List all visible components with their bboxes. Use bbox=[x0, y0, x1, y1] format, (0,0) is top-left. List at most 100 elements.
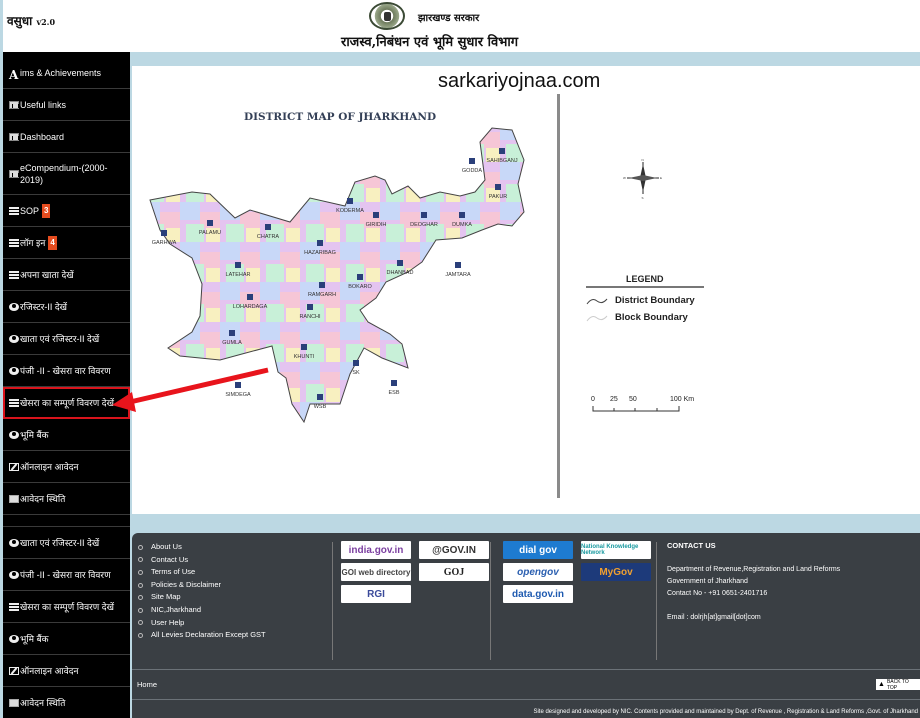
footer-link[interactable]: User Help bbox=[138, 617, 266, 630]
sidebar-item-label: आवेदन स्थिति bbox=[20, 493, 66, 504]
district-hq-icon bbox=[373, 212, 379, 218]
home-link[interactable]: Home bbox=[137, 680, 157, 689]
footer-rule bbox=[132, 699, 920, 700]
logo-national-knowledge-network[interactable]: National Knowledge Network bbox=[581, 541, 651, 559]
brand-name: वसुधा bbox=[7, 14, 33, 28]
logo-text: @GOV.IN bbox=[432, 544, 476, 556]
logo-data-gov-in[interactable]: data.gov.in bbox=[503, 585, 573, 603]
sidebar-item[interactable]: Dashboard bbox=[3, 121, 130, 153]
scale-label: 0 bbox=[591, 396, 595, 403]
sidebar-item[interactable]: पंजी -II - खेसरा वार विवरण bbox=[3, 559, 130, 591]
footer-link[interactable]: Terms of Use bbox=[138, 566, 266, 579]
state-emblem-icon bbox=[369, 2, 405, 30]
letter-a-icon: A bbox=[9, 67, 19, 82]
footer-link[interactable]: Policies & Disclaimer bbox=[138, 579, 266, 592]
sidebar-item[interactable]: पंजी -II - खेसरा वार विवरण bbox=[3, 355, 130, 387]
sidebar-item-label: ऑनलाइन आवेदन bbox=[20, 665, 79, 676]
district-hq-icon bbox=[455, 262, 461, 268]
district-hq-icon bbox=[235, 382, 241, 388]
list-icon bbox=[9, 238, 19, 247]
footer-link[interactable]: Contact Us bbox=[138, 554, 266, 567]
sidebar-item[interactable]: रजिस्टर-II देखें bbox=[3, 291, 130, 323]
sidebar-item[interactable]: ऑनलाइन आवेदन bbox=[3, 451, 130, 483]
logo-rgi[interactable]: RGI bbox=[341, 585, 411, 603]
district-hq-icon bbox=[469, 158, 475, 164]
sidebar-item[interactable]: खाता एवं रजिस्टर-II देखें bbox=[3, 323, 130, 355]
sidebar-item[interactable]: लॉग इन 4 bbox=[3, 227, 130, 259]
sidebar-item[interactable]: Aims & Achievements bbox=[3, 57, 130, 89]
district-label: KODERMA bbox=[336, 208, 364, 214]
sidebar-item[interactable]: eCompendium-(2000-2019) bbox=[3, 153, 130, 195]
back-to-top-button[interactable]: ▲ BACK TO TOP bbox=[876, 679, 920, 691]
compass-e: E bbox=[660, 176, 662, 180]
logo-goi-web-directory[interactable]: GOI web directory bbox=[341, 563, 411, 581]
footer-link[interactable]: NIC,Jharkhand bbox=[138, 604, 266, 617]
logo-gov-in[interactable]: @GOV.IN bbox=[419, 541, 489, 559]
district-label: GUMLA bbox=[222, 340, 242, 346]
sidebar-item[interactable]: खाता एवं रजिस्टर-II देखें bbox=[3, 527, 130, 559]
sidebar-item-label: ऑनलाइन आवेदन bbox=[20, 461, 79, 472]
compass-rose-icon: N S E W bbox=[623, 158, 662, 200]
district-label: GIRIDIH bbox=[366, 222, 387, 228]
sidebar-item[interactable]: भूमि बैंक bbox=[3, 419, 130, 451]
sidebar-nav: Aims & Achievements Useful links Dashboard… bbox=[3, 52, 130, 718]
sidebar-item-label: पंजी -II - खेसरा वार विवरण bbox=[20, 569, 111, 580]
card-icon bbox=[9, 698, 19, 707]
logo-goj[interactable]: GOJ bbox=[419, 563, 489, 581]
footer-link[interactable]: About Us bbox=[138, 541, 266, 554]
jharkhand-district-map[interactable]: SAHIBGANJGODDA PAKUR KODERMA GIRIDIH DEOGHAR… bbox=[140, 122, 560, 462]
eye-icon bbox=[9, 430, 19, 439]
logo-dial-gov[interactable]: dial gov bbox=[503, 541, 573, 559]
brand-logo[interactable]: वसुधा v2.0 bbox=[7, 12, 55, 29]
contact-gov: Government of Jharkhand bbox=[667, 578, 748, 585]
logo-mygov[interactable]: MyGov bbox=[581, 563, 651, 581]
logo-india-gov-in[interactable]: india.gov.in bbox=[341, 541, 411, 559]
district-marker[interactable]: GODDA bbox=[462, 158, 483, 174]
scale-label: 25 bbox=[610, 396, 618, 403]
compass-n: N bbox=[642, 158, 644, 162]
district-hq-icon bbox=[317, 240, 323, 246]
legend-title: LEGEND bbox=[626, 274, 664, 284]
sidebar-item[interactable]: अपना खाता देखें bbox=[3, 259, 130, 291]
logo-text: GOJ bbox=[443, 566, 465, 578]
logo-text: data.gov.in bbox=[511, 588, 565, 600]
contact-section: CONTACT US Department of Revenue,Registr… bbox=[667, 541, 840, 624]
sidebar-item[interactable]: SOP 3 bbox=[3, 195, 130, 227]
sidebar-item[interactable]: आवेदन स्थिति bbox=[3, 687, 130, 718]
district-label: SK bbox=[352, 370, 360, 376]
footer-link[interactable]: Site Map bbox=[138, 591, 266, 604]
contact-phone: Contact No - +91 0651-2401716 bbox=[667, 590, 768, 597]
logo-text: dial gov bbox=[519, 544, 557, 556]
sidebar-item[interactable]: भूमि बैंक bbox=[3, 623, 130, 655]
sidebar-item[interactable]: Useful links bbox=[3, 89, 130, 121]
contact-email: Email : dolrjh[at]gmail[dot]com bbox=[667, 614, 761, 621]
edit-icon bbox=[9, 666, 19, 675]
legend-label: Block Boundary bbox=[615, 312, 688, 323]
district-marker[interactable]: ESB bbox=[388, 380, 400, 396]
brand-version: v2.0 bbox=[36, 17, 56, 27]
sidebar-item-label: Useful links bbox=[20, 99, 67, 110]
logo-text: MyGov bbox=[599, 566, 633, 578]
district-label: KHUNTI bbox=[294, 354, 315, 360]
sidebar-item[interactable]: खेसरा का सम्पूर्ण विवरण देखें bbox=[3, 387, 130, 419]
logo-text: opengov bbox=[517, 566, 559, 578]
district-hq-icon bbox=[357, 274, 363, 280]
eye-icon bbox=[9, 366, 19, 375]
department-title: राजस्व,निबंधन एवं भूमि सुधार विभाग bbox=[341, 35, 519, 50]
logo-opengov[interactable]: opengov bbox=[503, 563, 573, 581]
district-marker[interactable]: SIMDEGA bbox=[225, 382, 251, 398]
footer-link[interactable]: All Levies Declaration Except GST bbox=[138, 629, 266, 642]
district-marker[interactable]: JAMTARA bbox=[445, 262, 471, 278]
district-label: RANCHI bbox=[299, 314, 321, 320]
sidebar-item-label: लॉग इन bbox=[20, 237, 46, 248]
sidebar-item-label: eCompendium-(2000-2019) bbox=[20, 162, 108, 185]
footer-rule bbox=[132, 669, 920, 670]
district-hq-icon bbox=[307, 304, 313, 310]
sidebar-item[interactable]: ऑनलाइन आवेदन bbox=[3, 655, 130, 687]
compass-w: W bbox=[623, 176, 626, 180]
district-label: HAZARIBAG bbox=[304, 250, 336, 256]
district-hq-icon bbox=[235, 262, 241, 268]
sidebar-item[interactable]: खेसरा का सम्पूर्ण विवरण देखें bbox=[3, 591, 130, 623]
sidebar-item[interactable]: आवेदन स्थिति bbox=[3, 483, 130, 515]
district-hq-icon bbox=[247, 294, 253, 300]
